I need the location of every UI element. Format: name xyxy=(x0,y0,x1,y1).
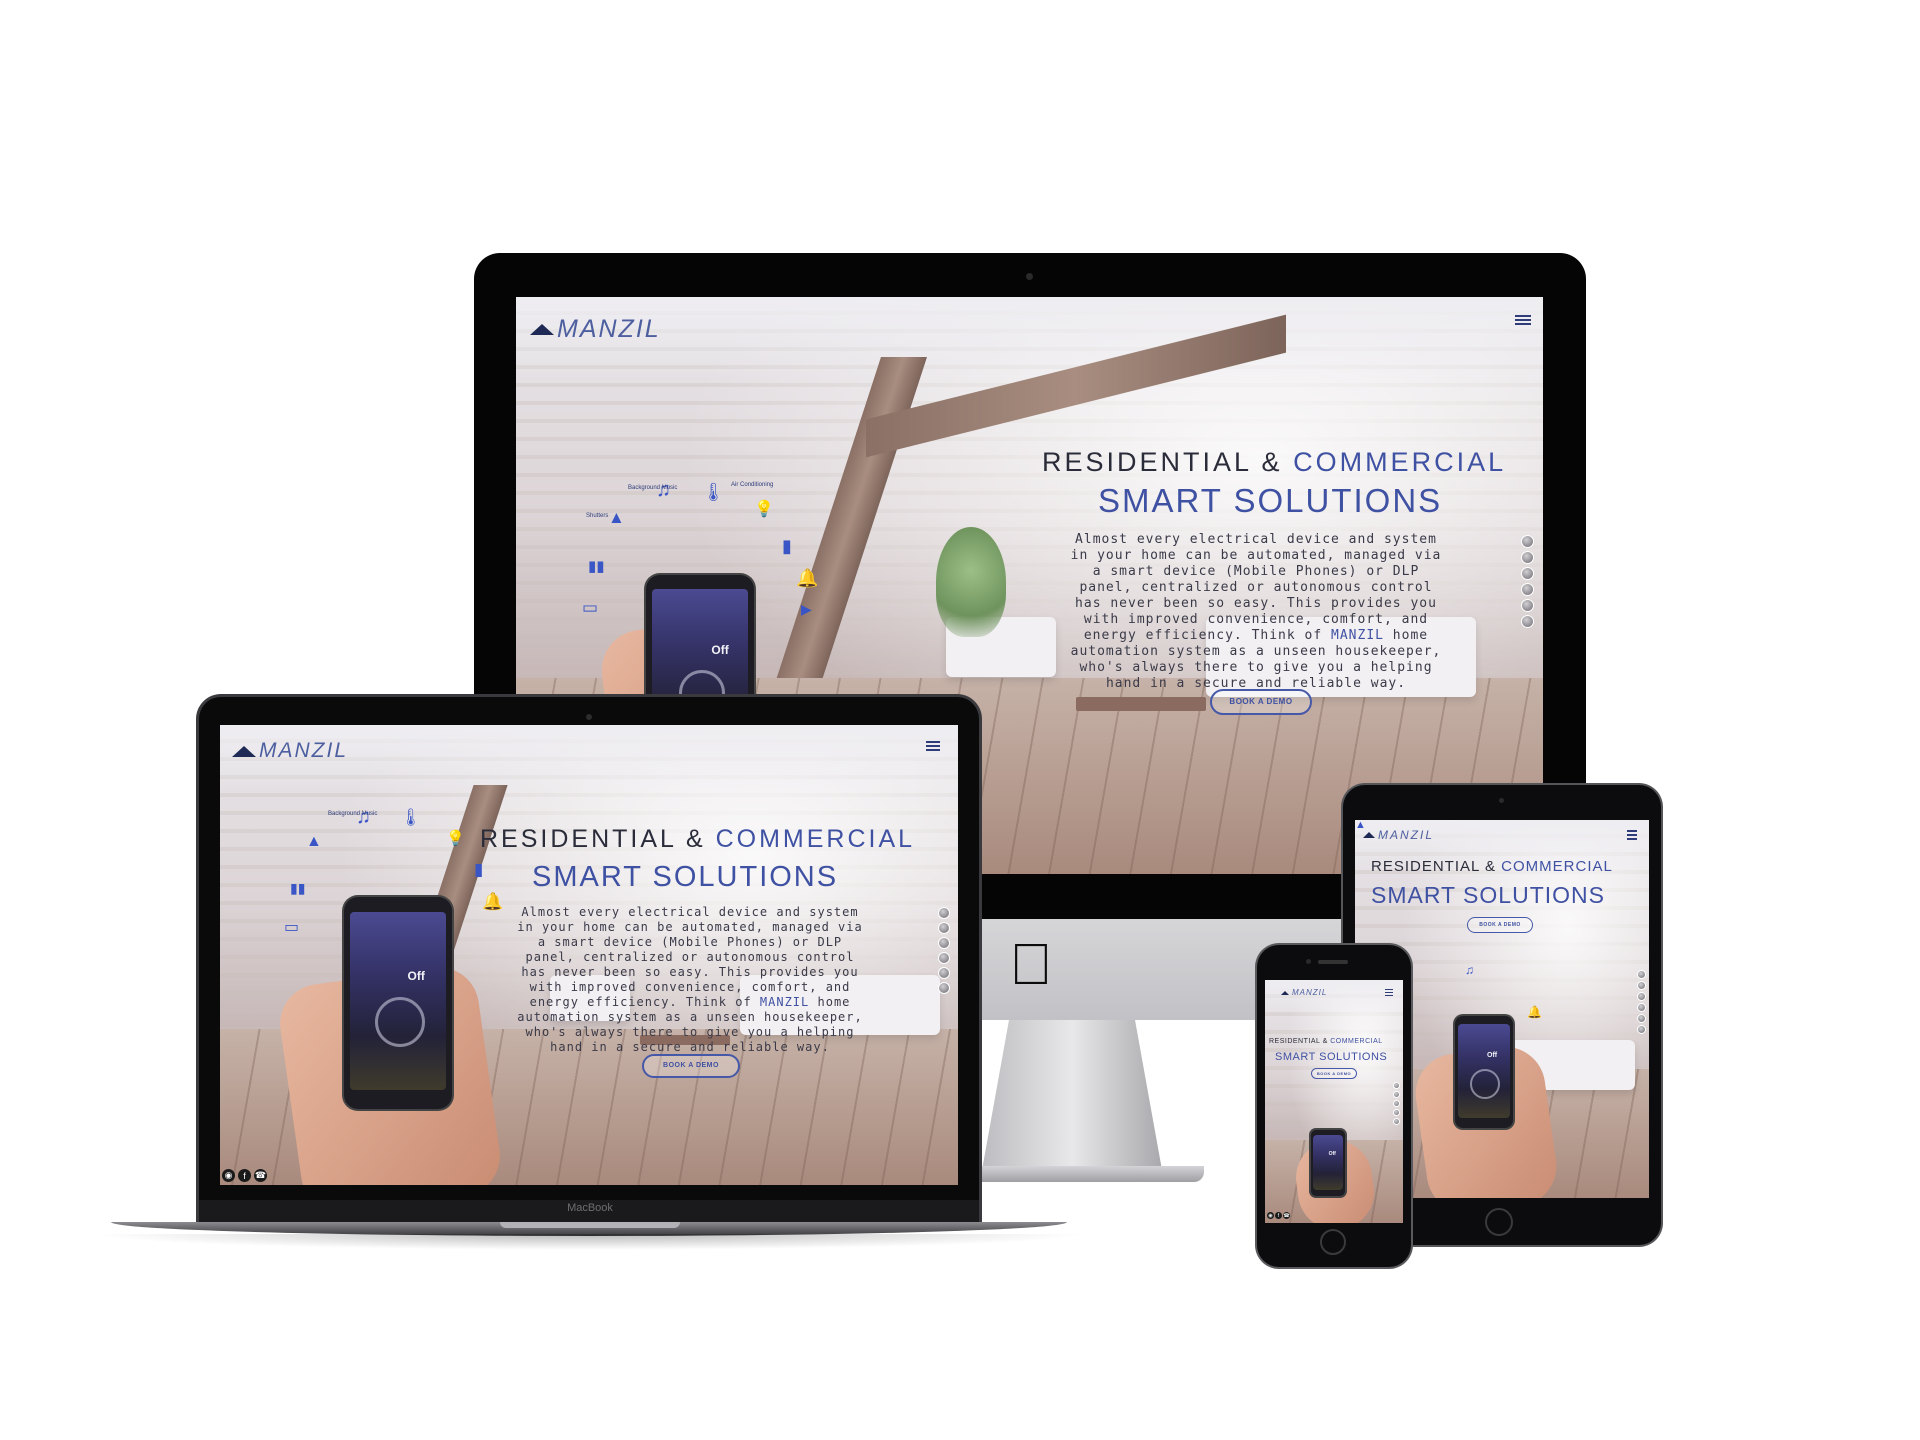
instagram-icon[interactable]: ◉ xyxy=(222,1169,235,1182)
energy-chart-icon: ▮▮ xyxy=(290,880,306,896)
ipad-home-button[interactable] xyxy=(1485,1208,1513,1236)
macbook-notch xyxy=(500,1222,680,1228)
phone-status: Off xyxy=(407,968,425,983)
imac-camera xyxy=(1026,273,1033,280)
hamburger-menu-icon[interactable] xyxy=(1385,989,1393,998)
bell-icon: 🔔 xyxy=(796,568,819,588)
slider-dots[interactable] xyxy=(938,907,950,997)
hero-title-line2: SMART SOLUTIONS xyxy=(532,861,839,893)
phone-status: Off xyxy=(1487,1052,1498,1060)
site-logo[interactable]: MANZIL xyxy=(232,739,348,763)
hamburger-menu-icon[interactable] xyxy=(1515,315,1531,327)
energy-chart-icon: ▮▮ xyxy=(588,558,605,575)
iot-label-music: Background Music xyxy=(628,485,678,491)
site-logo[interactable]: MANZIL xyxy=(530,315,661,344)
imac-stand xyxy=(982,1020,1162,1170)
shutters-icon: ▲ xyxy=(306,833,322,850)
phone-icon[interactable]: ☎ xyxy=(254,1169,267,1182)
shutters-icon: ▲ xyxy=(1355,820,1366,831)
bell-icon: 🔔 xyxy=(1527,1005,1542,1019)
instagram-icon[interactable]: ◉ xyxy=(1267,1212,1274,1219)
hero-title-line1: RESIDENTIAL & COMMERCIAL xyxy=(480,825,916,853)
book-demo-button[interactable]: BOOK A DEMO xyxy=(1467,917,1533,933)
phone-icon[interactable]: ☎ xyxy=(1283,1212,1290,1219)
music-icon: ♫ xyxy=(356,806,371,828)
bell-icon: 🔔 xyxy=(482,892,504,911)
slider-dots[interactable] xyxy=(1393,1082,1400,1127)
hero-title-line1: RESIDENTIAL & COMMERCIAL xyxy=(1269,1038,1383,1045)
hero-description: Almost every electrical device and syste… xyxy=(1070,532,1442,691)
book-demo-button[interactable]: BOOK A DEMO xyxy=(642,1054,740,1078)
tv-icon: ▭ xyxy=(284,919,300,936)
social-links: ◉ f ☎ xyxy=(222,1169,270,1182)
hero-title-line2: SMART SOLUTIONS xyxy=(1371,882,1605,908)
phone-mockup: Off xyxy=(1311,1130,1345,1196)
tv-icon: ▭ xyxy=(582,598,599,617)
apple-logo-icon:  xyxy=(1004,935,1058,995)
hero-title-line1: RESIDENTIAL & COMMERCIAL xyxy=(1042,447,1507,477)
book-demo-button[interactable]: BOOK A DEMO xyxy=(1311,1068,1357,1079)
phone-mockup: Off xyxy=(344,897,452,1109)
book-demo-button[interactable]: BOOK A DEMO xyxy=(1210,689,1312,715)
iot-label-ac: Air Conditioning xyxy=(731,482,774,488)
speaker-icon: ▮ xyxy=(474,860,484,879)
phone-status: Off xyxy=(1328,1151,1336,1158)
iphone-screen: MANZIL RESIDENTIAL & COMMERCIAL SMART SO… xyxy=(1265,980,1403,1223)
site-logo[interactable]: MANZIL xyxy=(1281,988,1327,997)
macbook-camera xyxy=(586,714,592,720)
phone-status: Off xyxy=(711,642,729,657)
cctv-icon: ▶ xyxy=(801,601,812,617)
hero-title-line1: RESIDENTIAL & COMMERCIAL xyxy=(1371,858,1613,875)
iphone-camera xyxy=(1306,959,1311,964)
lightbulb-icon: 💡 xyxy=(754,501,774,518)
speaker-icon: ▮ xyxy=(782,536,792,556)
iphone-speaker xyxy=(1318,960,1348,964)
facebook-icon[interactable]: f xyxy=(1275,1212,1282,1219)
iphone-home-button[interactable] xyxy=(1320,1229,1346,1255)
macbook-screen: MANZIL ♫ Background Music 🌡 💡 ▲ ▮▮ ▭ ▮ 🔔… xyxy=(220,725,958,1185)
social-links: ◉ f ☎ xyxy=(1267,1212,1291,1219)
thermometer-icon: 🌡 xyxy=(702,482,725,502)
shutters-icon: ▲ xyxy=(608,508,625,527)
iot-label-shutters: Shutters xyxy=(586,513,609,519)
music-icon: ♫ xyxy=(1465,963,1474,977)
slider-dots[interactable] xyxy=(1521,535,1534,631)
hamburger-menu-icon[interactable] xyxy=(1627,830,1637,842)
hero-description: Almost every electrical device and syste… xyxy=(517,905,863,1054)
macbook-shadow xyxy=(90,1234,1090,1250)
site-logo[interactable]: MANZIL xyxy=(1363,828,1434,842)
lightbulb-icon: 💡 xyxy=(446,830,465,847)
macbook-label: MacBook xyxy=(567,1202,613,1214)
ipad-camera xyxy=(1499,798,1504,803)
imac-stand-base xyxy=(940,1166,1204,1182)
phone-mockup: Off xyxy=(1455,1016,1513,1128)
hero-title-line2: SMART SOLUTIONS xyxy=(1098,482,1443,519)
hamburger-menu-icon[interactable] xyxy=(926,741,940,753)
thermometer-icon: 🌡 xyxy=(400,808,422,827)
iot-label-music: Background Music xyxy=(328,811,378,817)
slider-dots[interactable] xyxy=(1637,970,1646,1036)
hero-title-line2: SMART SOLUTIONS xyxy=(1275,1051,1388,1063)
facebook-icon[interactable]: f xyxy=(238,1169,251,1182)
